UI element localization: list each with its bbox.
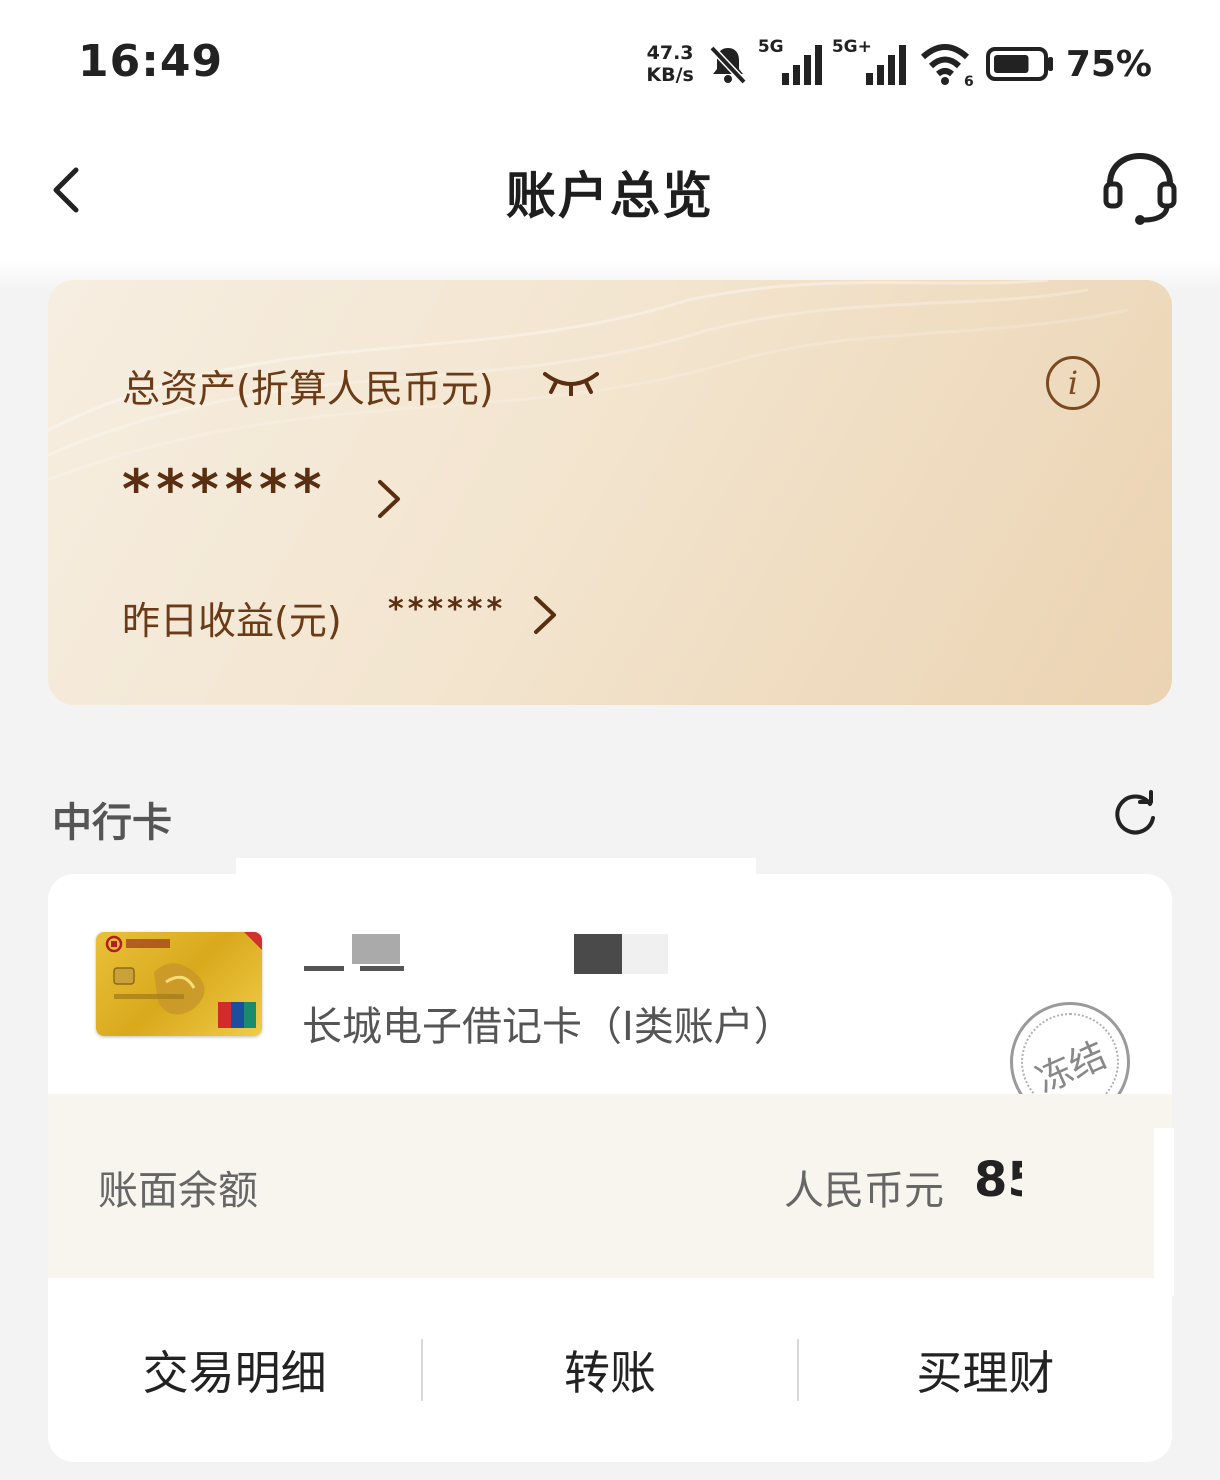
account-card[interactable]: 长城电子借记卡（I类账户） 冻结 账面余额 人民币元 85 交易明细 转账 买理… [48, 874, 1172, 1462]
eye-closed-icon[interactable] [542, 368, 600, 396]
battery-fill [993, 55, 1029, 73]
redaction-smear [1154, 1128, 1174, 1296]
currency-label: 人民币元 [784, 1168, 944, 1214]
status-bar: 16:49 47.3 KB/s 5G 5G+ 6 75% [0, 0, 1220, 120]
yesterday-earnings-label: 昨日收益(元) [122, 599, 342, 643]
transfer-button[interactable]: 转账 [423, 1337, 796, 1403]
balance-redaction [1022, 1156, 1068, 1216]
account-number-redacted [304, 934, 668, 974]
section-title: 中行卡 [52, 800, 172, 846]
debit-card-image [96, 932, 262, 1036]
network-speed: 47.3 KB/s [646, 42, 693, 86]
signal-sim1: 5G [758, 37, 824, 87]
wifi-tag: 6 [964, 74, 974, 87]
account-type: 长城电子借记卡（I类账户） [302, 1004, 794, 1050]
balance-label: 账面余额 [98, 1168, 258, 1214]
app-header: 账户总览 [0, 120, 1220, 260]
status-icons: 47.3 KB/s 5G 5G+ 6 75% [646, 36, 1152, 92]
chevron-right-icon[interactable] [374, 476, 404, 522]
page-title: 账户总览 [506, 167, 714, 225]
yesterday-earnings-value: ****** [388, 592, 507, 627]
customer-service-button[interactable] [1100, 150, 1180, 230]
status-time: 16:49 [78, 36, 224, 87]
redaction-smear [236, 858, 756, 888]
chevron-right-icon[interactable] [530, 592, 560, 638]
balance-row: 账面余额 人民币元 85 [48, 1094, 1172, 1278]
headset-icon [1103, 152, 1177, 225]
refresh-icon[interactable] [1110, 790, 1160, 840]
account-actions: 交易明细 转账 买理财 [48, 1278, 1172, 1462]
network-speed-value: 47.3 [646, 42, 694, 64]
battery-percent: 75% [1065, 43, 1152, 85]
info-icon[interactable]: i [1046, 356, 1100, 410]
network-speed-unit: KB/s [646, 64, 694, 86]
bell-off-icon [709, 45, 747, 85]
battery-icon [985, 47, 1053, 81]
sim2-tag: 5G+ [831, 37, 872, 57]
total-assets-card[interactable]: 总资产(折算人民币元) i ****** 昨日收益(元) ****** [48, 280, 1172, 705]
sim1-tag: 5G [757, 37, 784, 57]
wifi-icon: 6 [920, 44, 974, 87]
buy-wealth-management-button[interactable]: 买理财 [799, 1337, 1172, 1403]
signal-sim2: 5G+ [832, 37, 908, 87]
total-assets-value: ****** [122, 458, 328, 521]
transaction-details-button[interactable]: 交易明细 [48, 1337, 421, 1403]
total-assets-label: 总资产(折算人民币元) [122, 367, 494, 411]
